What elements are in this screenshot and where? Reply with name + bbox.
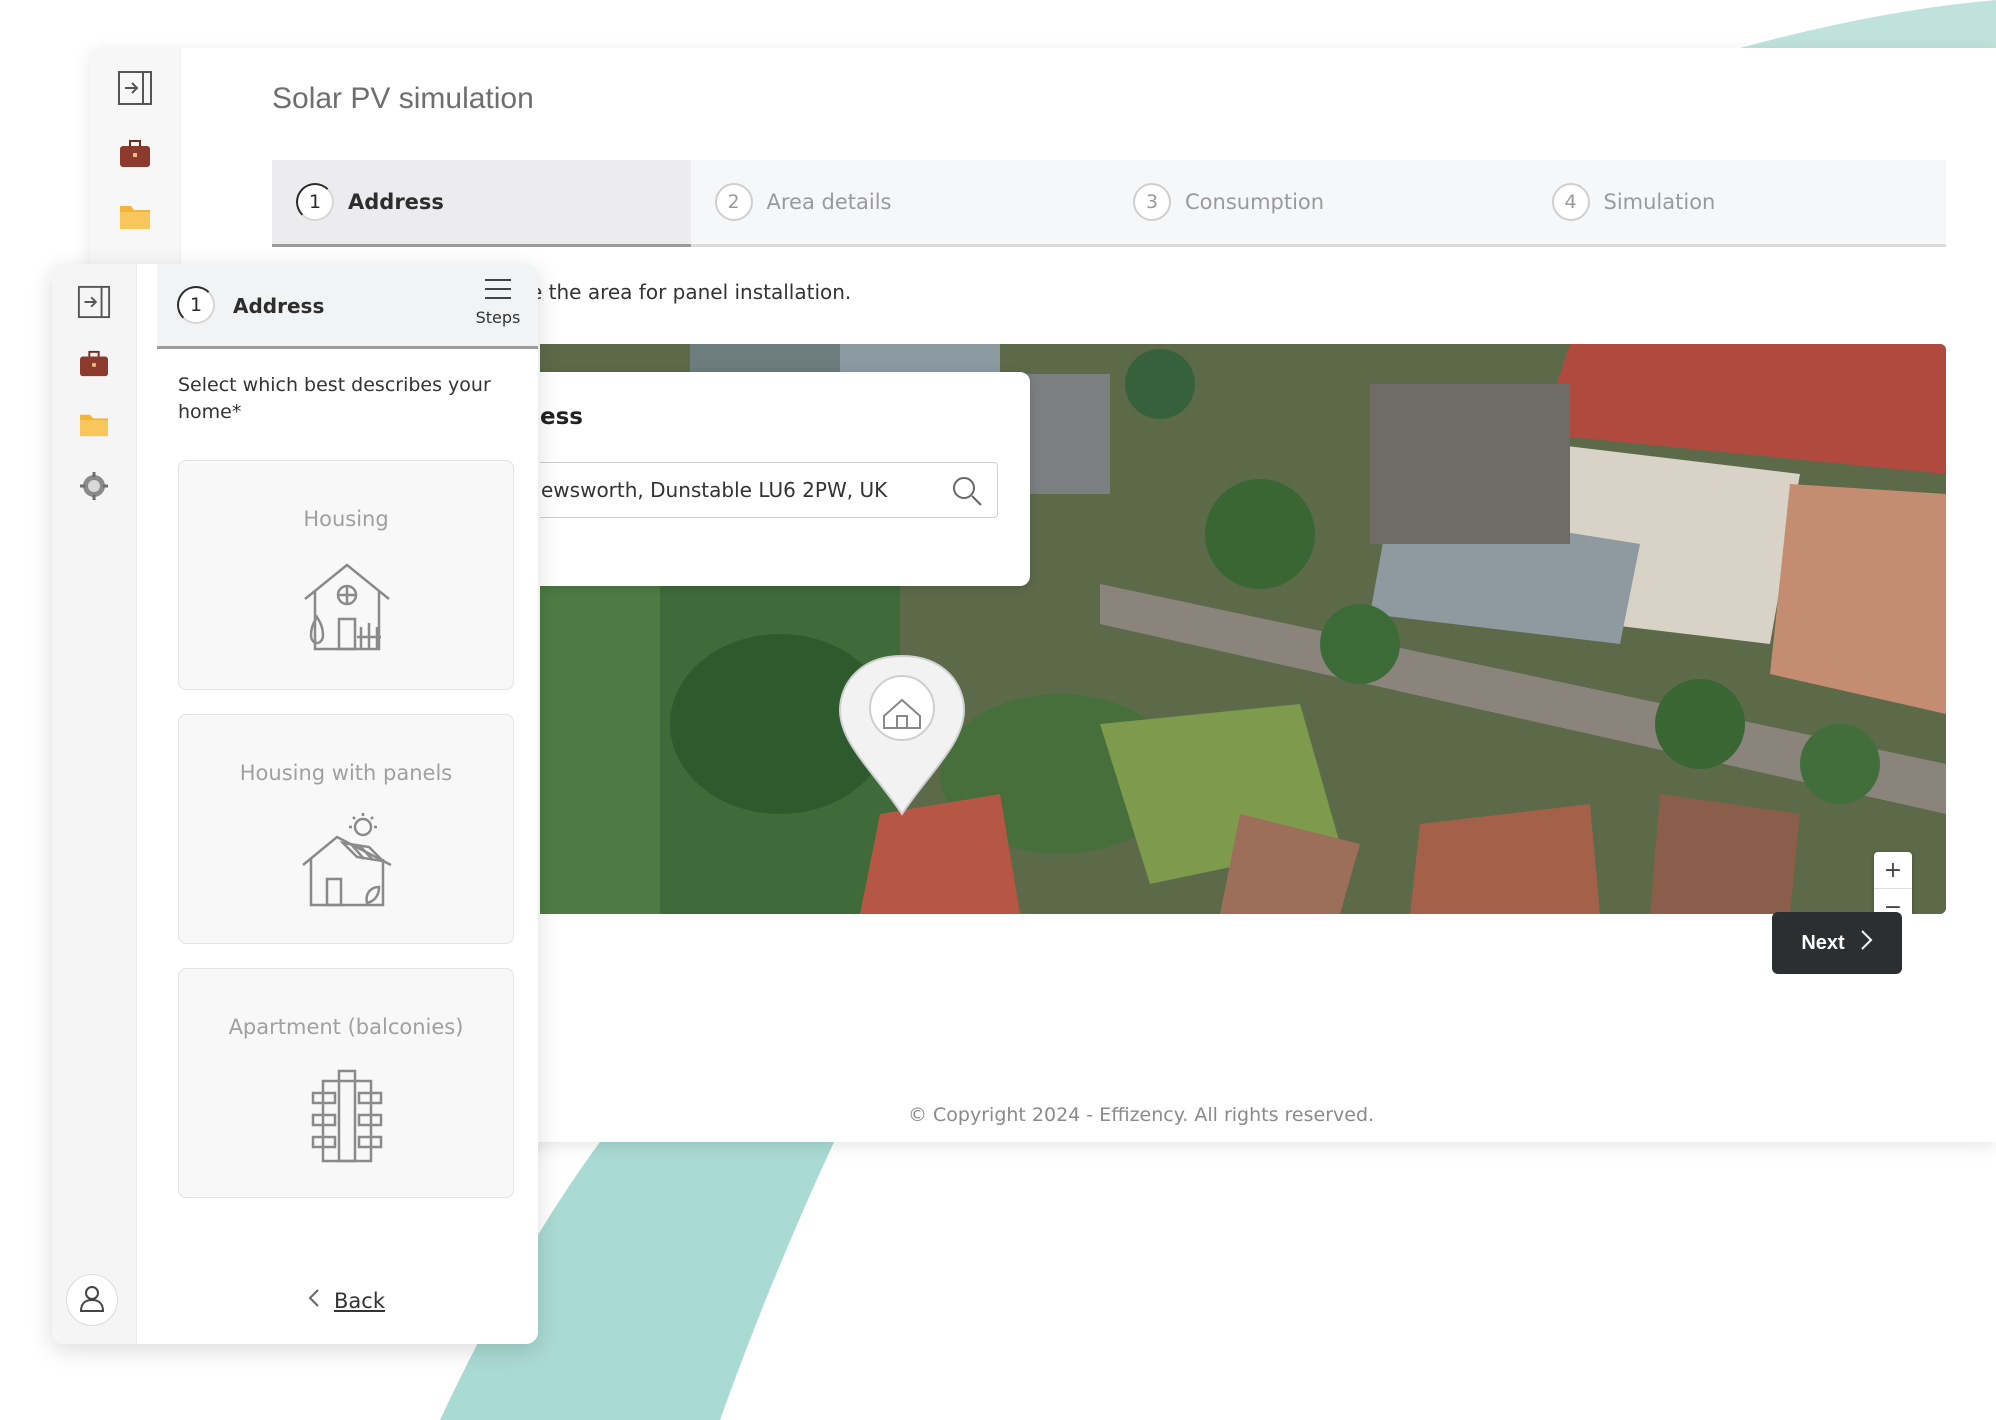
user-avatar[interactable] [66, 1274, 118, 1326]
steps-label: Steps [475, 308, 521, 327]
step-label: Simulation [1603, 190, 1716, 214]
stepper: 1 Address 2 Area details 3 Consumption 4… [272, 160, 1946, 247]
step-area-details[interactable]: 2 Area details [691, 160, 1110, 244]
mobile-step-header: 1 Address Steps [157, 264, 538, 349]
zoom-in-button[interactable]: + [1874, 852, 1912, 889]
satellite-map[interactable]: ess ewsworth, Dunstable LU6 2PW, UK + − [540, 344, 1946, 914]
step-consumption[interactable]: 3 Consumption [1109, 160, 1528, 244]
option-label: Housing [303, 507, 389, 531]
step-number: 4 [1551, 183, 1590, 221]
page-title: Solar PV simulation [272, 82, 534, 115]
settings-gear-icon[interactable] [74, 466, 114, 506]
login-icon[interactable] [74, 282, 114, 322]
back-button[interactable]: Back [308, 1288, 385, 1313]
search-icon[interactable] [951, 475, 983, 507]
step-number: 1 [296, 183, 334, 221]
copyright-footer: © Copyright 2024 - Effizency. All rights… [908, 1104, 1375, 1126]
house-icon [304, 563, 390, 651]
briefcase-icon[interactable] [74, 344, 114, 384]
step-label: Consumption [1185, 190, 1325, 214]
back-label: Back [334, 1288, 385, 1313]
step-number: 2 [714, 183, 753, 221]
step-address[interactable]: 1 Address [272, 160, 691, 247]
house-solar-panels-icon [302, 813, 392, 907]
instruction-text: e the area for panel installation. [530, 280, 852, 304]
chevron-left-icon [308, 1288, 320, 1313]
mobile-side-rail [52, 264, 137, 1344]
zoom-out-button[interactable]: − [1874, 889, 1912, 915]
home-option-apartment[interactable]: Apartment (balconies) [178, 968, 514, 1198]
user-icon [79, 1284, 105, 1316]
login-icon[interactable] [115, 68, 155, 108]
address-input[interactable]: ewsworth, Dunstable LU6 2PW, UK [540, 462, 998, 518]
map-zoom-control: + − [1874, 852, 1912, 914]
address-search-card: ess ewsworth, Dunstable LU6 2PW, UK [540, 372, 1030, 586]
folder-icon[interactable] [115, 196, 155, 236]
home-option-housing-with-panels[interactable]: Housing with panels [178, 714, 514, 944]
option-label: Apartment (balconies) [228, 1015, 464, 1039]
step-label: Address [233, 294, 325, 318]
step-number: 1 [177, 286, 215, 324]
option-label: Housing with panels [239, 761, 453, 785]
apartment-building-icon [311, 1069, 383, 1163]
address-card-title: ess [540, 404, 583, 430]
next-button[interactable]: Next [1772, 912, 1902, 974]
briefcase-icon[interactable] [115, 134, 155, 174]
step-simulation[interactable]: 4 Simulation [1528, 160, 1947, 244]
mobile-app-window: 1 Address Steps Select which best descri… [52, 264, 538, 1344]
menu-icon [483, 279, 513, 304]
chevron-right-icon [1859, 929, 1873, 957]
address-value: ewsworth, Dunstable LU6 2PW, UK [541, 478, 888, 502]
step-label: Area details [766, 190, 892, 214]
home-type-question: Select which best describes your home* [178, 374, 491, 423]
step-label: Address [348, 190, 444, 214]
home-option-housing[interactable]: Housing [178, 460, 514, 690]
step-number: 3 [1133, 183, 1171, 221]
folder-icon[interactable] [74, 404, 114, 444]
steps-menu-button[interactable]: Steps [472, 278, 524, 334]
next-label: Next [1801, 931, 1845, 954]
